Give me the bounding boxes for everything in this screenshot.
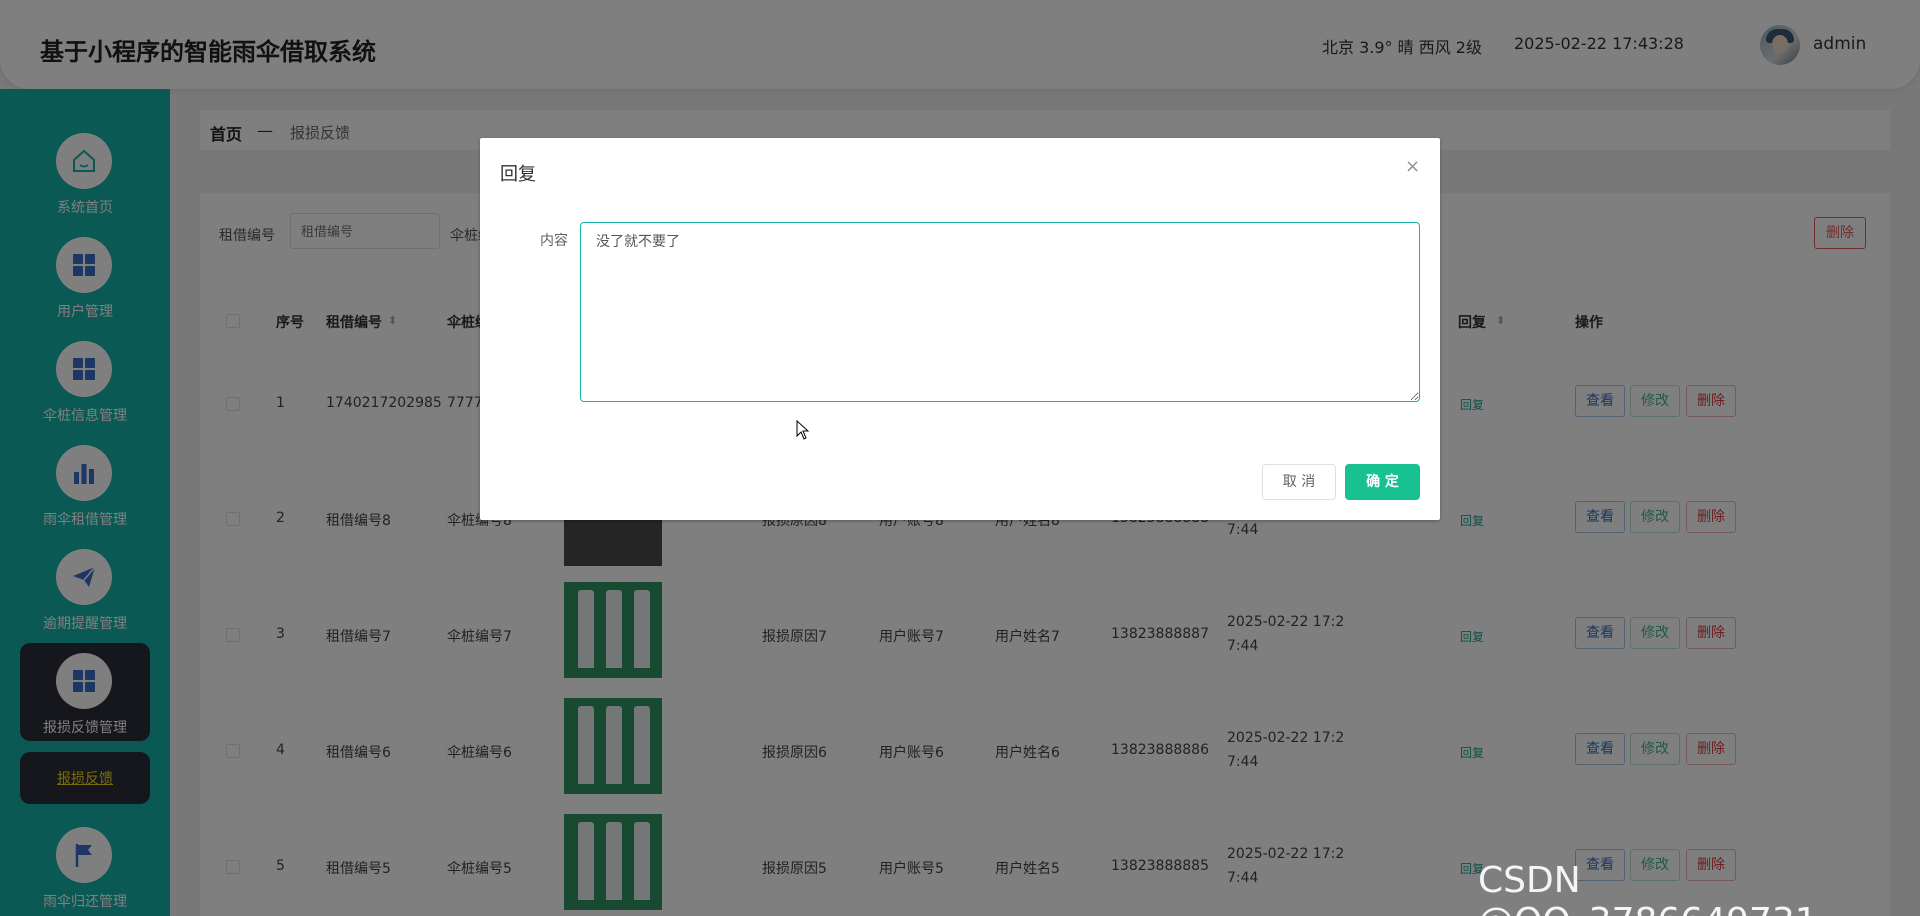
content-label: 内容 [540,233,568,249]
watermark: CSDN @QQ_3786649731 [1478,860,1818,916]
reply-dialog: 回复 × 内容 没了就不要了 取 消 确 定 [480,138,1440,520]
confirm-button[interactable]: 确 定 [1345,464,1420,500]
dialog-title: 回复 [500,164,536,185]
close-icon[interactable]: × [1405,156,1420,177]
reply-content-textarea[interactable]: 没了就不要了 [580,222,1420,402]
cancel-button[interactable]: 取 消 [1262,464,1336,500]
mouse-cursor-icon [796,420,810,440]
